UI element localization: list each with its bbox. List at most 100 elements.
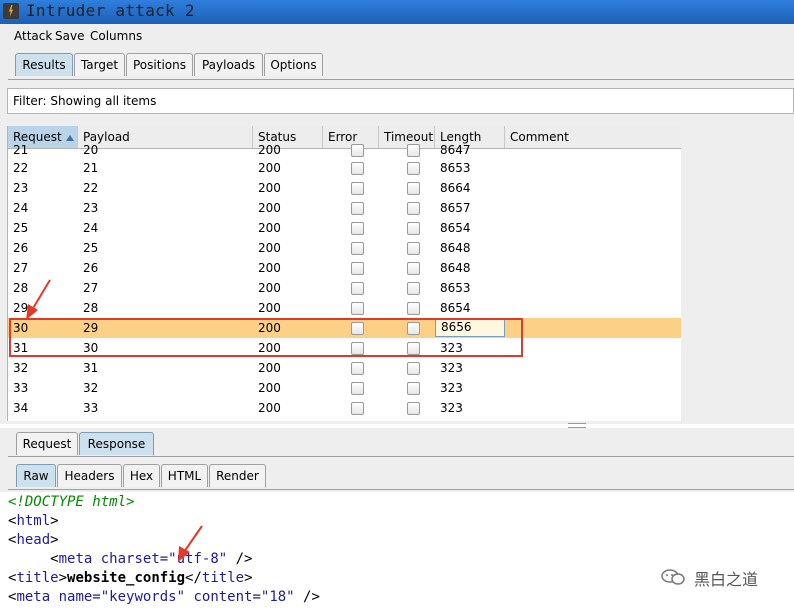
table-row[interactable]: 33 32 200 323	[8, 378, 681, 398]
red-arrow-icon	[178, 525, 203, 562]
table-row[interactable]: 34 33 200 323	[8, 398, 681, 418]
tab-target[interactable]: Target	[74, 53, 125, 76]
cell-payload: 31	[83, 361, 99, 375]
tab-results[interactable]: Results	[15, 53, 73, 76]
menu-columns[interactable]: Columns	[90, 29, 142, 43]
title-bar: Intruder attack 2	[0, 0, 794, 24]
cell-status: 200	[258, 401, 281, 415]
cell-payload: 32	[83, 381, 99, 395]
cell-status: 200	[258, 381, 281, 395]
tab-request[interactable]: Request	[16, 432, 78, 455]
table-row[interactable]: 29 28 200 8654	[8, 298, 681, 318]
cell-payload: 26	[83, 261, 99, 275]
timeout-checkbox	[407, 282, 420, 295]
tab-headers[interactable]: Headers	[57, 464, 122, 487]
cell-status: 200	[258, 181, 281, 195]
cell-status: 200	[258, 301, 281, 315]
table-row[interactable]: 21 20 200 8647	[8, 140, 681, 160]
timeout-checkbox	[407, 182, 420, 195]
cell-request: 34	[13, 401, 29, 415]
wechat-icon	[661, 569, 685, 585]
code-line-head: <head>	[8, 532, 59, 548]
response-raw-editor[interactable]: <!DOCTYPE html> <html> <head> <meta char…	[0, 492, 794, 610]
error-checkbox	[351, 262, 364, 275]
error-checkbox	[351, 402, 364, 415]
tab-hex[interactable]: Hex	[123, 464, 160, 487]
cell-status: 200	[258, 281, 281, 295]
burp-app-icon	[3, 3, 19, 19]
table-row[interactable]: 23 22 200 8664	[8, 178, 681, 198]
tab-html[interactable]: HTML	[161, 464, 208, 487]
code-line-doctype: <!DOCTYPE html>	[8, 494, 135, 510]
tab-options[interactable]: Options	[264, 53, 323, 76]
cell-request: 25	[13, 221, 29, 235]
red-highlight-box	[9, 318, 523, 357]
cell-payload: 22	[83, 181, 99, 195]
cell-length: 8647	[440, 143, 471, 157]
cell-status: 200	[258, 161, 281, 175]
cell-status: 200	[258, 241, 281, 255]
cell-length: 323	[440, 361, 463, 375]
cell-status: 200	[258, 221, 281, 235]
tab-response[interactable]: Response	[79, 432, 154, 455]
code-line-meta-keywords: <meta name="keywords" content="18" />	[8, 589, 320, 605]
cell-request: 23	[13, 181, 29, 195]
table-row[interactable]: 22 21 200 8653	[8, 158, 681, 178]
cell-status: 200	[258, 361, 281, 375]
cell-payload: 23	[83, 201, 99, 215]
error-checkbox	[351, 382, 364, 395]
error-checkbox	[351, 222, 364, 235]
tab-payloads[interactable]: Payloads	[194, 53, 263, 76]
tab-raw[interactable]: Raw	[16, 464, 56, 487]
tab-render[interactable]: Render	[209, 464, 266, 487]
table-row[interactable]: 32 31 200 323	[8, 358, 681, 378]
results-table: Request Payload Status Error Timeout Len…	[7, 126, 681, 421]
error-checkbox	[351, 162, 364, 175]
cell-length: 8654	[440, 301, 471, 315]
cell-request: 22	[13, 161, 29, 175]
timeout-checkbox	[407, 362, 420, 375]
error-checkbox	[351, 202, 364, 215]
error-checkbox	[351, 362, 364, 375]
watermark-text: 黑白之道	[694, 570, 759, 589]
table-row[interactable]: 26 25 200 8648	[8, 238, 681, 258]
window-title: Intruder attack 2	[26, 1, 195, 20]
tab-positions[interactable]: Positions	[126, 53, 193, 76]
cell-status: 200	[258, 261, 281, 275]
timeout-checkbox	[407, 222, 420, 235]
code-line-meta-charset: <meta charset="utf-8" />	[50, 551, 253, 567]
cell-length: 323	[440, 381, 463, 395]
cell-payload: 28	[83, 301, 99, 315]
menu-bar: Attack Save Columns	[0, 24, 794, 48]
menu-save[interactable]: Save	[55, 29, 84, 43]
cell-payload: 27	[83, 281, 99, 295]
cell-status: 200	[258, 201, 281, 215]
cell-length: 8654	[440, 221, 471, 235]
error-checkbox	[351, 182, 364, 195]
timeout-checkbox	[407, 144, 420, 157]
cell-length: 8648	[440, 241, 471, 255]
filter-bar[interactable]: Filter: Showing all items	[7, 88, 794, 114]
table-row[interactable]: 28 27 200 8653	[8, 278, 681, 298]
table-row[interactable]: 27 26 200 8648	[8, 258, 681, 278]
table-row[interactable]: 24 23 200 8657	[8, 198, 681, 218]
cell-payload: 20	[83, 143, 99, 157]
cell-payload: 25	[83, 241, 99, 255]
red-arrow-icon	[26, 279, 51, 320]
cell-request: 21	[13, 143, 29, 157]
cell-length: 8653	[440, 281, 471, 295]
error-checkbox	[351, 144, 364, 157]
cell-length: 8648	[440, 261, 471, 275]
timeout-checkbox	[407, 302, 420, 315]
cell-request: 24	[13, 201, 29, 215]
menu-attack[interactable]: Attack	[14, 29, 52, 43]
cell-payload: 33	[83, 401, 99, 415]
table-row[interactable]: 25 24 200 8654	[8, 218, 681, 238]
cell-request: 32	[13, 361, 29, 375]
cell-status: 200	[258, 143, 281, 157]
error-checkbox	[351, 242, 364, 255]
timeout-checkbox	[407, 202, 420, 215]
cell-request: 27	[13, 261, 29, 275]
code-line-title: <title>website_config</title>	[8, 570, 253, 586]
cell-request: 26	[13, 241, 29, 255]
